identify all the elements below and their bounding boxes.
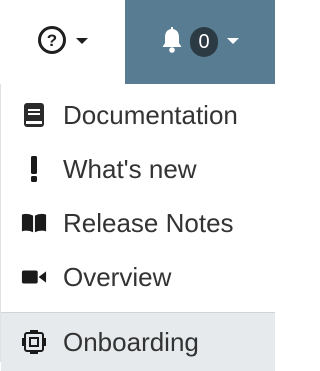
menu-item-label: Overview — [63, 261, 172, 292]
menu-item-label: Release Notes — [63, 207, 234, 238]
onboarding-icon — [21, 328, 47, 356]
menu-item-whats-new[interactable]: What's new — [1, 142, 275, 196]
menu-item-onboarding[interactable]: Onboarding — [1, 313, 275, 371]
exclamation-icon — [21, 155, 47, 183]
top-bar: ? 0 — [0, 0, 275, 84]
menu-item-label: Onboarding — [63, 326, 199, 357]
menu-item-overview[interactable]: Overview — [1, 250, 275, 304]
menu-item-label: Documentation — [63, 99, 238, 130]
menu-item-label: What's new — [63, 153, 197, 184]
bell-icon — [160, 26, 184, 59]
notifications-button[interactable]: 0 — [125, 0, 275, 84]
caret-down-icon — [75, 33, 89, 51]
open-book-icon — [21, 209, 47, 237]
menu-item-documentation[interactable]: Documentation — [1, 88, 275, 142]
help-menu-button[interactable]: ? — [0, 0, 125, 84]
help-dropdown-menu: Documentation What's new Release Notes O… — [0, 84, 275, 371]
video-camera-icon — [21, 263, 47, 291]
caret-down-icon — [226, 33, 240, 51]
menu-item-release-notes[interactable]: Release Notes — [1, 196, 275, 250]
question-circle-icon: ? — [37, 25, 67, 60]
notification-count-badge: 0 — [190, 27, 218, 57]
svg-text:?: ? — [46, 31, 56, 50]
book-icon — [21, 101, 47, 129]
